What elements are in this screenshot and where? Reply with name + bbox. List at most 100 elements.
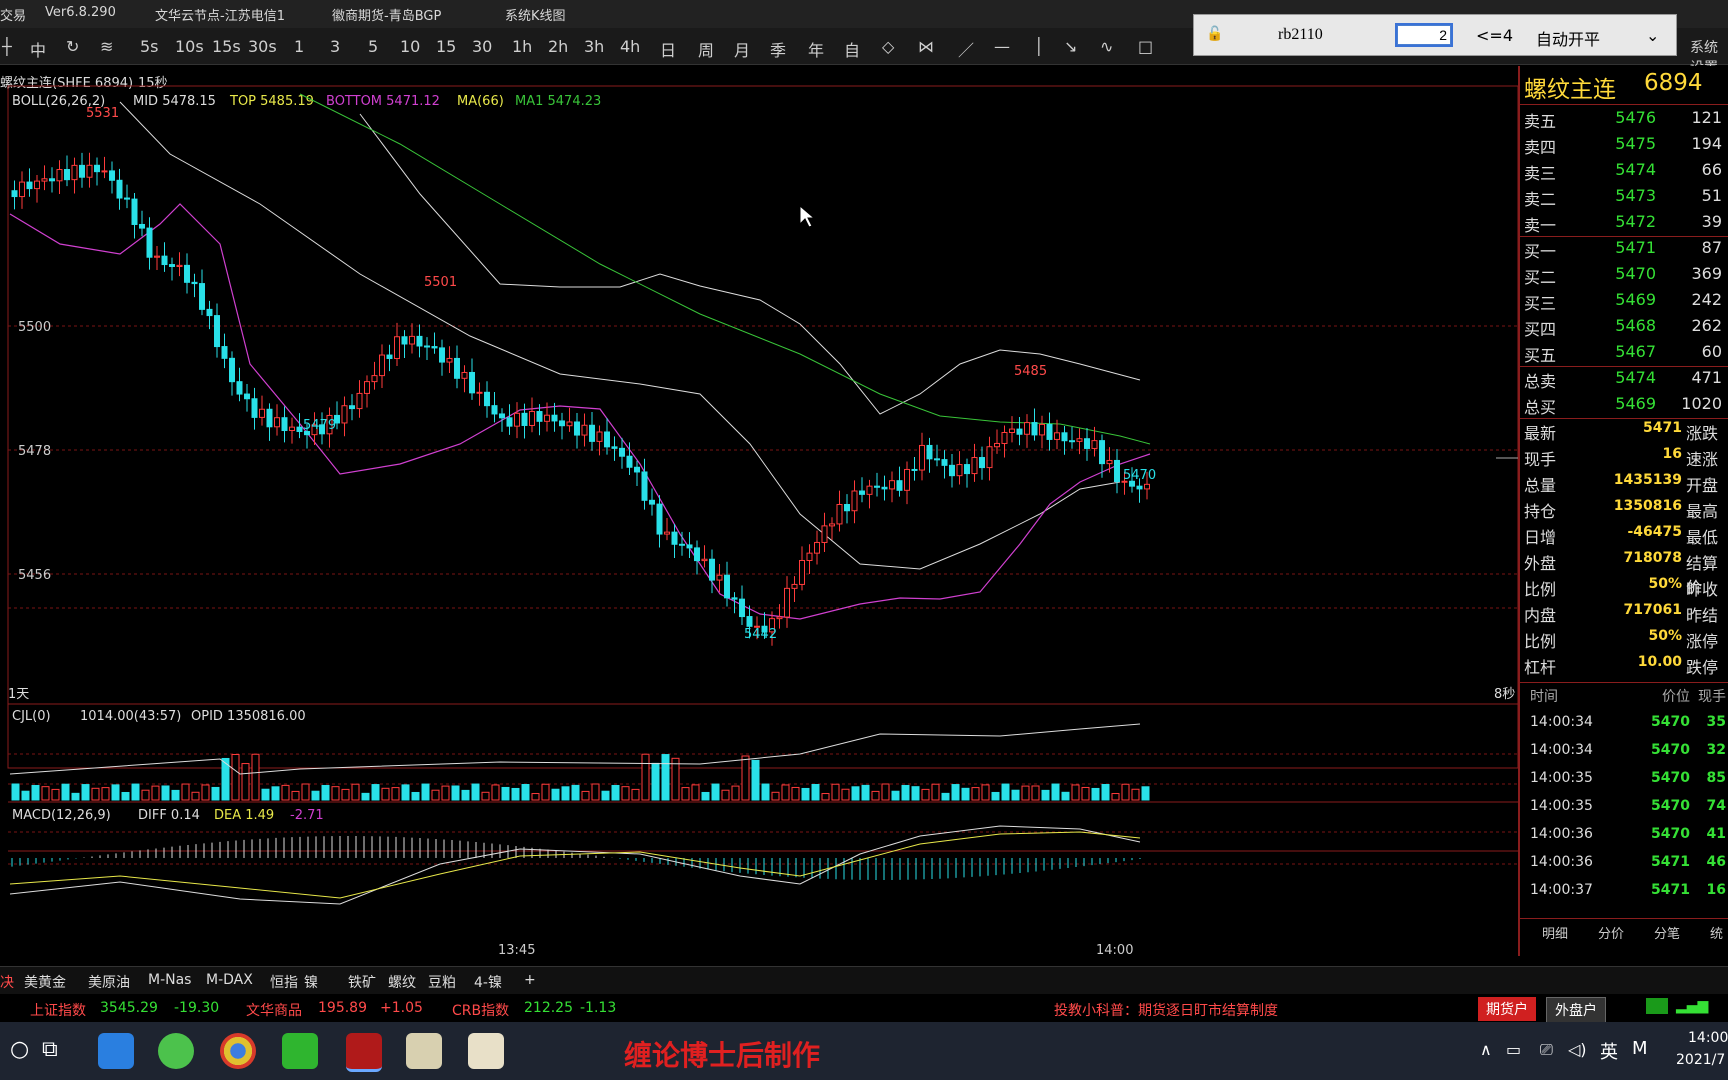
stat-row[interactable]: 日增 -46475 最低 bbox=[1520, 524, 1728, 548]
stat-row[interactable]: 杠杆 10.00 跌停 bbox=[1520, 654, 1728, 678]
futures-account-button[interactable]: 期货户 bbox=[1478, 997, 1536, 1021]
period-5m[interactable]: 5 bbox=[368, 37, 378, 56]
ask-row[interactable]: 卖四 5475 194 bbox=[1520, 134, 1728, 158]
period-1m[interactable]: 1 bbox=[294, 37, 304, 56]
stat-row[interactable]: 最新 5471 涨跌 bbox=[1520, 420, 1728, 444]
crb-index-name[interactable]: CRB指数 bbox=[452, 1000, 509, 1020]
ask-row[interactable]: 卖五 5476 121 bbox=[1520, 108, 1728, 132]
product-tab-7[interactable]: 铁矿 bbox=[348, 972, 376, 992]
candle-icon[interactable]: 中 bbox=[30, 37, 46, 61]
contract-code[interactable]: rb2110 bbox=[1278, 26, 1323, 44]
green-app-icon[interactable] bbox=[158, 1033, 194, 1069]
stat-row[interactable]: 内盘 717061 昨结 bbox=[1520, 602, 1728, 626]
expand-icon[interactable]: ◇ bbox=[882, 37, 894, 56]
mail-icon[interactable]: M bbox=[1632, 1038, 1648, 1059]
period-1h[interactable]: 1h bbox=[512, 37, 532, 56]
task-view-icon[interactable]: ⧉ bbox=[42, 1037, 58, 1062]
cjl-label[interactable]: CJL(0) bbox=[12, 709, 51, 724]
tick-row[interactable]: 14:00:35 5470 85 bbox=[1520, 770, 1728, 794]
arrow-tool-icon[interactable]: ↘ bbox=[1064, 37, 1077, 56]
period-15s[interactable]: 15s bbox=[212, 37, 241, 56]
period-15m[interactable]: 15 bbox=[436, 37, 456, 56]
quote-tab-2[interactable]: 分笔 bbox=[1654, 923, 1680, 942]
tick-row[interactable]: 14:00:34 5470 32 bbox=[1520, 742, 1728, 766]
chevron-up-icon[interactable]: ∧ bbox=[1480, 1040, 1492, 1059]
ask-row[interactable]: 卖二 5473 51 bbox=[1520, 186, 1728, 210]
period-week[interactable]: 周 bbox=[698, 37, 714, 61]
period-month[interactable]: 月 bbox=[734, 37, 750, 61]
product-tab-8[interactable]: 螺纹 bbox=[388, 972, 416, 992]
quantity-input[interactable] bbox=[1395, 23, 1453, 47]
foreign-account-button[interactable]: 外盘户 bbox=[1546, 997, 1606, 1023]
wave-tool-icon[interactable]: ∿ bbox=[1100, 37, 1113, 56]
tick-row[interactable]: 14:00:34 5470 35 bbox=[1520, 714, 1728, 738]
tick-row[interactable]: 14:00:35 5470 74 bbox=[1520, 798, 1728, 822]
period-year[interactable]: 年 bbox=[808, 37, 824, 61]
browser-icon[interactable] bbox=[98, 1033, 134, 1069]
period-day[interactable]: 日 bbox=[660, 37, 676, 61]
product-tab-0[interactable]: 决 bbox=[0, 972, 14, 992]
product-tab-5[interactable]: 恒指 bbox=[270, 972, 298, 992]
line-tool-icon[interactable]: ／ bbox=[958, 37, 974, 61]
ask-row[interactable]: 卖一 5472 39 bbox=[1520, 212, 1728, 236]
compress-icon[interactable]: ⋈ bbox=[918, 37, 934, 56]
volume-icon[interactable]: ◁) bbox=[1568, 1040, 1587, 1059]
stat-row[interactable]: 现手 16 速涨 bbox=[1520, 446, 1728, 470]
bid-row[interactable]: 买三 5469 242 bbox=[1520, 290, 1728, 314]
tick-row[interactable]: 14:00:36 5471 46 bbox=[1520, 854, 1728, 878]
kline-chart[interactable]: 5500 5478 5456 5531 5501 5479 5485 5442 … bbox=[0, 64, 1518, 956]
bid-row[interactable]: 买一 5471 87 bbox=[1520, 238, 1728, 262]
period-30m[interactable]: 30 bbox=[472, 37, 492, 56]
period-5s[interactable]: 5s bbox=[140, 37, 159, 56]
period-season[interactable]: 季 bbox=[770, 37, 786, 61]
product-tab-6[interactable]: 镍 bbox=[304, 972, 318, 992]
product-tab-9[interactable]: 豆粕 bbox=[428, 972, 456, 992]
period-3m[interactable]: 3 bbox=[330, 37, 340, 56]
stat-row[interactable]: 比例 50% 昨收 bbox=[1520, 576, 1728, 600]
quote-tab-3[interactable]: 统 bbox=[1710, 923, 1723, 942]
draw-icon[interactable]: ≋ bbox=[100, 37, 113, 56]
wenhua-icon[interactable] bbox=[346, 1033, 382, 1072]
product-tab-10[interactable]: 4-镍 bbox=[474, 972, 502, 992]
quote-tab-0[interactable]: 明细 bbox=[1542, 923, 1568, 942]
period-4h[interactable]: 4h bbox=[620, 37, 640, 56]
product-tab-11[interactable]: + bbox=[524, 972, 536, 988]
tick-row[interactable]: 14:00:37 5471 16 bbox=[1520, 882, 1728, 906]
sh-index-name[interactable]: 上证指数 bbox=[30, 1000, 86, 1020]
product-tab-2[interactable]: 美原油 bbox=[88, 972, 130, 992]
period-custom[interactable]: 自 bbox=[844, 37, 860, 61]
wechat-icon[interactable] bbox=[282, 1033, 318, 1069]
bid-row[interactable]: 买四 5468 262 bbox=[1520, 316, 1728, 340]
refresh-icon[interactable]: ↻ bbox=[66, 37, 79, 56]
bid-row[interactable]: 买二 5470 369 bbox=[1520, 264, 1728, 288]
product-tab-3[interactable]: M-Nas bbox=[148, 972, 191, 988]
product-tab-1[interactable]: 美黄金 bbox=[24, 972, 66, 992]
tick-row[interactable]: 14:00:36 5470 41 bbox=[1520, 826, 1728, 850]
stat-row[interactable]: 持仓 1350816 最高 bbox=[1520, 498, 1728, 522]
period-30s[interactable]: 30s bbox=[248, 37, 277, 56]
notepad-icon[interactable] bbox=[406, 1033, 442, 1069]
period-10m[interactable]: 10 bbox=[400, 37, 420, 56]
wh-index-name[interactable]: 文华商品 bbox=[246, 1000, 302, 1020]
stat-row[interactable]: 比例 50% 涨停 bbox=[1520, 628, 1728, 652]
bid-row[interactable]: 买五 5467 60 bbox=[1520, 342, 1728, 366]
stat-row[interactable]: 外盘 718078 结算价 bbox=[1520, 550, 1728, 597]
open-close-mode[interactable]: 自动开平 bbox=[1536, 26, 1600, 50]
product-tab-4[interactable]: M-DAX bbox=[206, 972, 253, 988]
vline-tool-icon[interactable]: │ bbox=[1034, 37, 1044, 56]
paint-icon[interactable] bbox=[468, 1033, 504, 1069]
stat-row[interactable]: 总量 1435139 开盘 bbox=[1520, 472, 1728, 496]
chrome-icon[interactable] bbox=[220, 1033, 256, 1069]
period-10s[interactable]: 10s bbox=[175, 37, 204, 56]
quote-tab-1[interactable]: 分价 bbox=[1598, 923, 1624, 942]
rect-tool-icon[interactable]: □ bbox=[1138, 37, 1153, 56]
ask-row[interactable]: 卖三 5474 66 bbox=[1520, 160, 1728, 184]
crosshair-icon[interactable]: ┼ bbox=[2, 37, 12, 56]
network-icon[interactable]: ⎚ bbox=[1540, 1040, 1553, 1060]
total-row[interactable]: 总买 5469 1020 bbox=[1520, 394, 1728, 418]
hline-tool-icon[interactable]: — bbox=[994, 37, 1010, 56]
period-2h[interactable]: 2h bbox=[548, 37, 568, 56]
search-icon[interactable]: ○ bbox=[10, 1037, 29, 1062]
ime-label[interactable]: 英 bbox=[1600, 1038, 1618, 1064]
chevron-down-icon[interactable]: ⌄ bbox=[1646, 26, 1659, 45]
